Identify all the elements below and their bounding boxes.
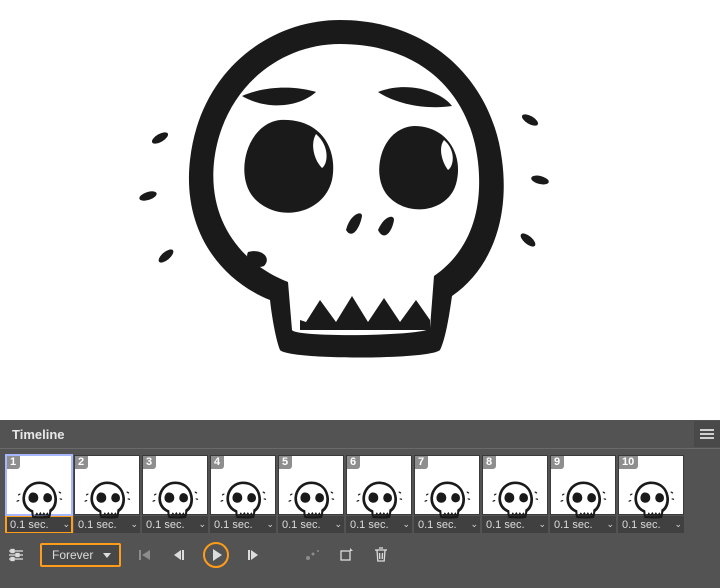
chevron-down-icon: ⌄ [334, 519, 342, 530]
trash-icon [374, 547, 388, 563]
chevron-down-icon: ⌄ [470, 519, 478, 530]
frame-thumbnail[interactable]: 5 [278, 455, 344, 515]
frame-thumbnail[interactable]: 10 [618, 455, 684, 515]
timeline-menu-button[interactable] [694, 421, 720, 447]
next-frame-button[interactable] [243, 543, 263, 567]
next-frame-icon [246, 548, 260, 562]
frame-thumbnail[interactable]: 6 [346, 455, 412, 515]
frame-4[interactable]: 40.1 sec.⌄ [210, 455, 276, 533]
frame-10[interactable]: 100.1 sec.⌄ [618, 455, 684, 533]
frame-thumbnail[interactable]: 9 [550, 455, 616, 515]
frames-strip: 10.1 sec.⌄ 20.1 sec.⌄ 30.1 sec.⌄ [0, 449, 720, 533]
convert-icon [7, 548, 25, 562]
loop-select-label: Forever [52, 548, 93, 562]
play-button[interactable] [203, 542, 229, 568]
chevron-down-icon [103, 553, 111, 558]
frame-number: 6 [347, 456, 360, 469]
chevron-down-icon: ⌄ [198, 519, 206, 530]
frame-number: 9 [551, 456, 564, 469]
frame-number: 5 [279, 456, 292, 469]
frame-3[interactable]: 30.1 sec.⌄ [142, 455, 208, 533]
frame-number: 4 [211, 456, 224, 469]
delete-frame-button[interactable] [371, 543, 391, 567]
frame-8[interactable]: 80.1 sec.⌄ [482, 455, 548, 533]
first-frame-icon [138, 548, 152, 562]
chevron-down-icon: ⌄ [402, 519, 410, 530]
frame-7[interactable]: 70.1 sec.⌄ [414, 455, 480, 533]
prev-frame-button[interactable] [169, 543, 189, 567]
frame-5[interactable]: 50.1 sec.⌄ [278, 455, 344, 533]
frame-thumbnail[interactable]: 3 [142, 455, 208, 515]
frame-number: 3 [143, 456, 156, 469]
play-icon [213, 549, 222, 561]
tween-button[interactable] [303, 543, 323, 567]
frame-thumbnail[interactable]: 2 [74, 455, 140, 515]
frame-number: 7 [415, 456, 428, 469]
tween-icon [304, 548, 322, 562]
duplicate-frame-button[interactable] [337, 543, 357, 567]
frame-thumbnail[interactable]: 4 [210, 455, 276, 515]
chevron-down-icon: ⌄ [538, 519, 546, 530]
hamburger-icon [700, 433, 714, 435]
timeline-header: Timeline [0, 420, 720, 449]
frame-9[interactable]: 90.1 sec.⌄ [550, 455, 616, 533]
first-frame-button[interactable] [135, 543, 155, 567]
skull-drawing [130, 0, 550, 380]
frame-6[interactable]: 60.1 sec.⌄ [346, 455, 412, 533]
chevron-down-icon: ⌄ [266, 519, 274, 530]
prev-frame-icon [172, 548, 186, 562]
convert-timeline-button[interactable] [6, 543, 26, 567]
timeline-panel: Timeline 10.1 sec.⌄ 20.1 sec.⌄ [0, 420, 720, 588]
timeline-title: Timeline [0, 427, 694, 442]
duplicate-frame-icon [339, 548, 355, 562]
canvas-area[interactable] [0, 0, 720, 420]
chevron-down-icon: ⌄ [606, 519, 614, 530]
chevron-down-icon: ⌄ [130, 519, 138, 530]
frame-1[interactable]: 10.1 sec.⌄ [6, 455, 72, 533]
frame-thumbnail[interactable]: 8 [482, 455, 548, 515]
frame-number: 10 [619, 456, 638, 469]
chevron-down-icon: ⌄ [62, 519, 70, 530]
timeline-controls: Forever [0, 533, 720, 571]
frame-number: 2 [75, 456, 88, 469]
frame-number: 1 [7, 456, 20, 469]
frame-thumbnail[interactable]: 7 [414, 455, 480, 515]
frame-number: 8 [483, 456, 496, 469]
frame-2[interactable]: 20.1 sec.⌄ [74, 455, 140, 533]
chevron-down-icon: ⌄ [674, 519, 682, 530]
frame-thumbnail[interactable]: 1 [6, 455, 72, 515]
loop-select[interactable]: Forever [40, 543, 121, 567]
